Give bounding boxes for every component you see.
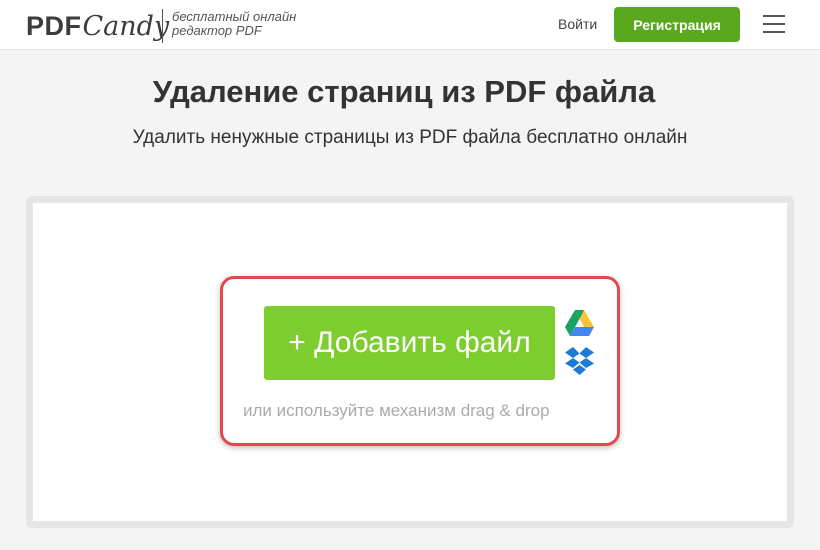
google-drive-icon[interactable] bbox=[565, 310, 594, 336]
logo-tagline: бесплатный онлайн редактор PDF bbox=[172, 10, 296, 38]
add-file-button[interactable]: + Добавить файл bbox=[264, 306, 555, 380]
page-title: Удаление страниц из PDF файла bbox=[152, 74, 656, 109]
pdfcandy-logo[interactable]: PDF Candy bbox=[26, 8, 169, 44]
logo-divider bbox=[162, 9, 163, 43]
register-button[interactable]: Регистрация bbox=[614, 7, 740, 42]
drag-drop-hint: или используйте механизм drag & drop bbox=[243, 401, 550, 420]
tagline-line-2: редактор PDF bbox=[172, 23, 262, 38]
top-header: PDF Candy бесплатный онлайн редактор PDF … bbox=[0, 0, 820, 50]
hamburger-menu-icon[interactable] bbox=[763, 15, 785, 35]
logo-candy-text: Candy bbox=[82, 10, 170, 42]
logo-pdf-text: PDF bbox=[26, 10, 82, 41]
login-link[interactable]: Войти bbox=[558, 16, 597, 32]
tagline-line-1: бесплатный онлайн bbox=[172, 9, 297, 24]
page-subtitle: Удалить ненужные страницы из PDF файла б… bbox=[132, 127, 688, 148]
dropbox-icon[interactable] bbox=[565, 346, 594, 376]
